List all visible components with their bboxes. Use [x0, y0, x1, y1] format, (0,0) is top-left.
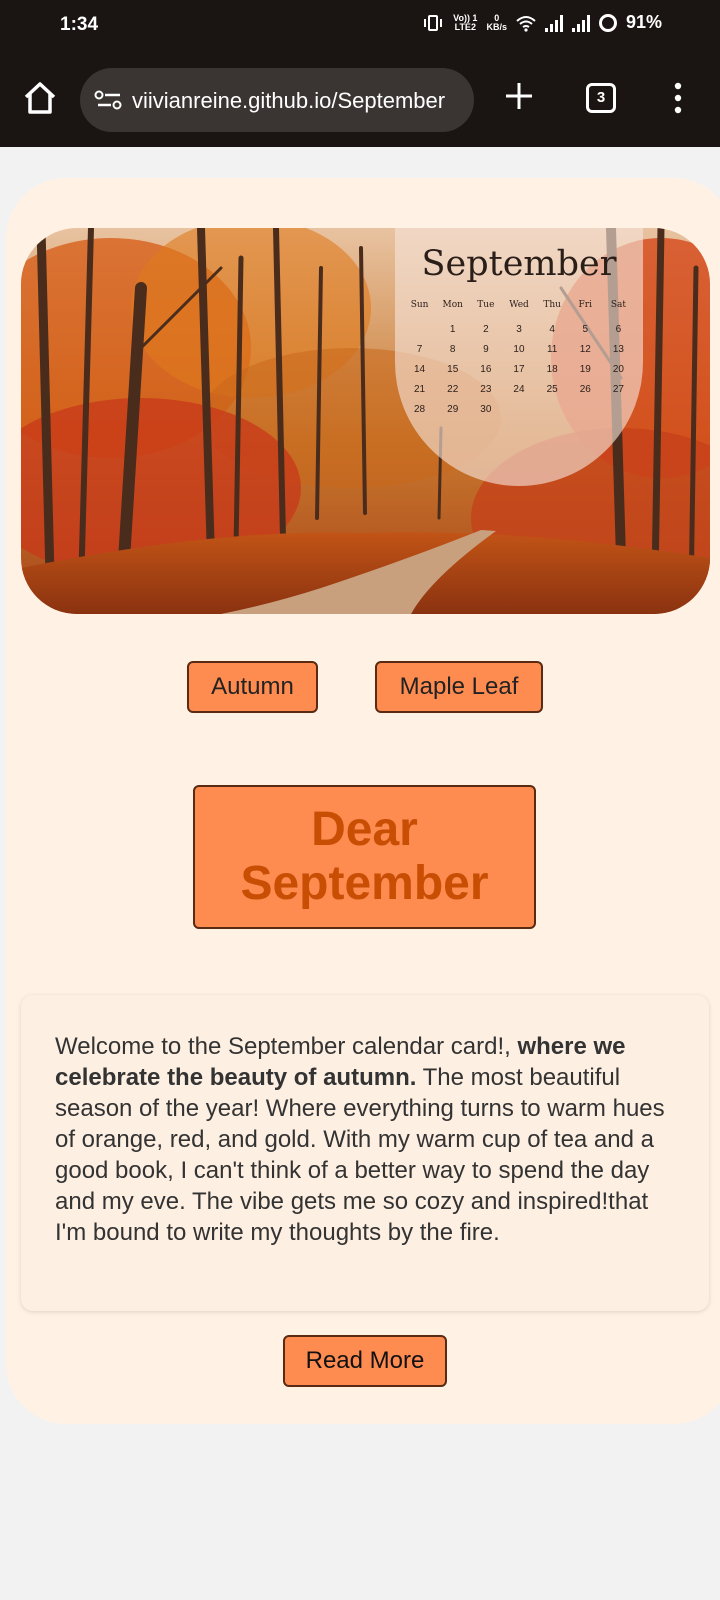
title-line-2: September [240, 857, 489, 910]
status-icons: Vo)) 1 LTE2 0 KB/s 91% [422, 12, 662, 33]
calendar-date: 30 [480, 404, 492, 415]
calendar-date: 10 [513, 344, 525, 355]
site-settings-icon[interactable] [94, 88, 124, 112]
calendar-date: 16 [480, 364, 492, 375]
calendar-date: 27 [612, 384, 624, 395]
url-text[interactable]: viivianreine.github.io/September [132, 88, 462, 114]
weekday-label: Tue [477, 300, 495, 310]
maple-leaf-button[interactable]: Maple Leaf [375, 661, 543, 713]
status-bar: 1:34 Vo)) 1 LTE2 0 KB/s 91% [0, 0, 720, 52]
autumn-forest-image: September Sun Mon Tue Wed Thu Fri Sat 1 … [21, 228, 710, 614]
status-time: 1:34 [60, 14, 99, 35]
volte-indicator: Vo)) 1 LTE2 [453, 12, 478, 32]
tab-switcher-button[interactable]: 3 [586, 83, 616, 113]
vibrate-icon [424, 14, 443, 31]
calendar-date: 13 [612, 344, 624, 355]
read-more-button[interactable]: Read More [283, 1335, 447, 1387]
new-tab-icon[interactable] [503, 80, 535, 112]
autumn-button[interactable]: Autumn [187, 661, 318, 713]
signal-icon-sim1 [544, 14, 563, 32]
calendar-date: 14 [414, 364, 426, 375]
calendar-date: 23 [480, 384, 492, 395]
weekday-label: Mon [442, 300, 463, 310]
calendar-date: 21 [414, 384, 426, 395]
description-text: Welcome to the September calendar card!,… [55, 1031, 675, 1248]
calendar-overlay: September Sun Mon Tue Wed Thu Fri Sat 1 … [395, 228, 643, 486]
calendar-date: 6 [615, 324, 622, 335]
calendar-date: 4 [549, 324, 555, 335]
description-intro: Welcome to the September calendar card!, [55, 1033, 518, 1060]
calendar-date: 19 [579, 364, 591, 375]
calendar-date: 25 [546, 384, 558, 395]
network-speed: 0 KB/s [486, 12, 507, 32]
calendar-date: 2 [483, 324, 489, 335]
calendar-date: 17 [513, 364, 525, 375]
weekday-label: Wed [509, 300, 529, 310]
signal-icon-sim2 [571, 14, 590, 32]
weekday-label: Fri [578, 300, 592, 310]
calendar-date: 18 [546, 364, 558, 375]
weekday-label: Sun [410, 300, 429, 310]
calendar-weekdays: Sun Mon Tue Wed Thu Fri Sat [403, 300, 635, 310]
calendar-date: 9 [483, 344, 489, 355]
calendar-date: 3 [516, 324, 522, 335]
calendar-date: 11 [546, 344, 558, 355]
weekday-label: Sat [610, 300, 626, 310]
address-bar[interactable]: viivianreine.github.io/September [80, 68, 474, 132]
calendar-date: 20 [612, 364, 624, 375]
weekday-label: Thu [543, 300, 561, 310]
description-rest: The most beautiful season of the year! W… [55, 1064, 665, 1246]
calendar-title: September [421, 244, 617, 284]
calendar-dates: 1 2 3 4 5 6 7 8 9 10 11 12 13 14 15 16 1… [403, 324, 635, 415]
calendar-date: 24 [513, 384, 525, 395]
more-menu-icon[interactable] [670, 80, 686, 116]
home-icon[interactable] [22, 80, 58, 116]
calendar-date: 12 [579, 344, 591, 355]
calendar-date: 15 [447, 364, 459, 375]
page-title: Dear September [193, 785, 536, 929]
calendar-date: 28 [414, 404, 426, 415]
calendar-date [403, 324, 436, 335]
battery-percent: 91% [625, 12, 662, 32]
calendar-date: 1 [449, 324, 456, 335]
title-line-1: Dear [311, 803, 418, 856]
description-card: Welcome to the September calendar card!,… [21, 995, 709, 1311]
calendar-date: 8 [449, 344, 456, 355]
calendar-date: 7 [416, 344, 423, 355]
calendar-date: 5 [582, 324, 589, 335]
battery-icon [598, 13, 617, 32]
calendar-date: 29 [447, 404, 459, 415]
calendar-date: 26 [579, 384, 591, 395]
browser-toolbar: viivianreine.github.io/September 3 [0, 52, 720, 147]
calendar-date: 22 [447, 384, 459, 395]
wifi-icon [516, 15, 536, 32]
